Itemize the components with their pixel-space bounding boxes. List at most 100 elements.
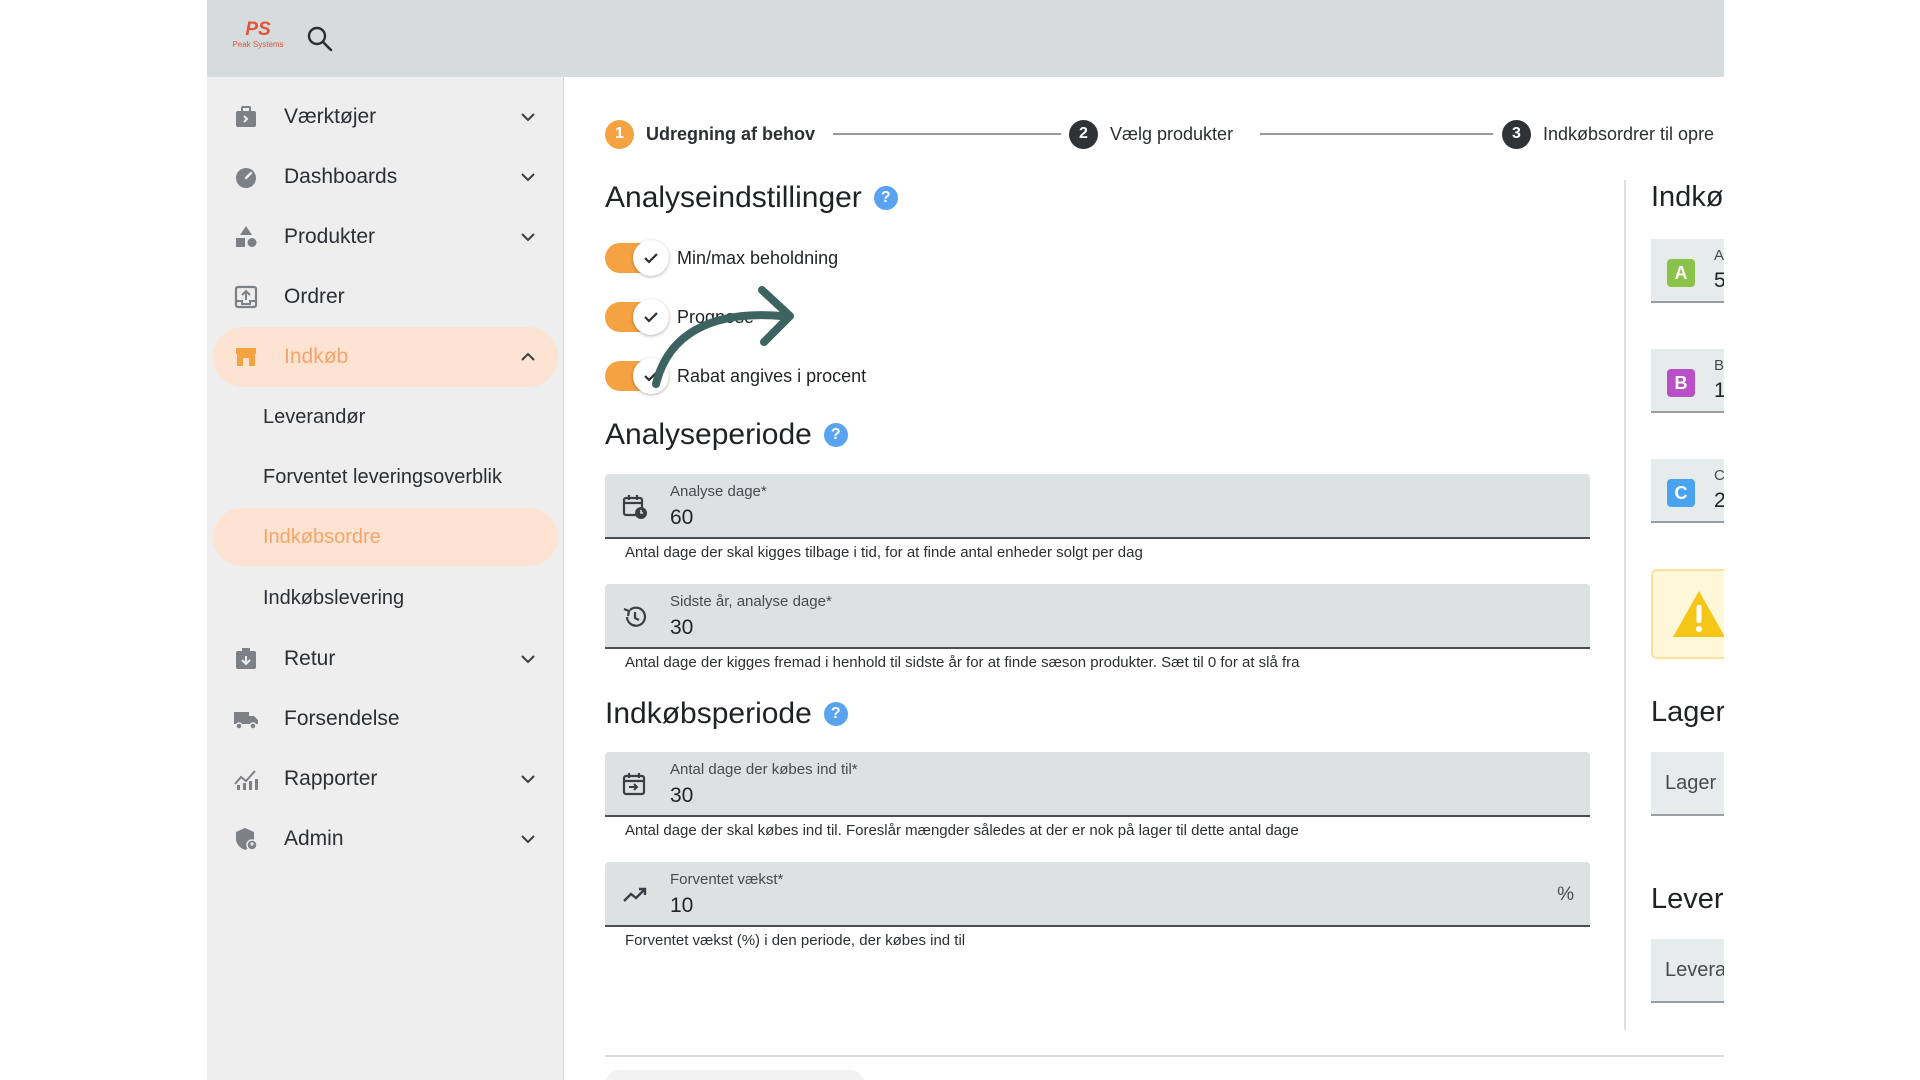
help-icon[interactable]: ? xyxy=(823,423,848,447)
bottom-button[interactable] xyxy=(605,1070,865,1080)
sidebar-item-label: Værktøjer xyxy=(284,105,377,128)
sidste-aar-field[interactable]: Sidste år, analyse dage* xyxy=(605,584,1590,649)
forventet-vaekst-input[interactable] xyxy=(670,894,1470,918)
check-icon xyxy=(644,371,658,382)
truck-icon xyxy=(234,712,258,730)
analyse-dage-field[interactable]: Analyse dage* xyxy=(605,474,1590,539)
sidebar-item-label: Indkøb xyxy=(284,345,349,368)
sidebar-item-produkter[interactable]: Produkter xyxy=(213,207,558,267)
history-icon xyxy=(623,606,647,627)
inbox-upload-icon xyxy=(234,285,258,309)
antal-dage-field[interactable]: Antal dage der købes ind til* xyxy=(605,752,1590,817)
sidebar-item-ordrer[interactable]: Ordrer xyxy=(213,267,558,327)
kpi-value: 10 xyxy=(1714,379,1724,403)
kpi-b: B B 10 xyxy=(1651,349,1724,413)
toggle-rabat-procent[interactable]: Rabat angives i procent xyxy=(605,355,866,397)
calendar-arrow-icon xyxy=(622,773,646,796)
warning-box xyxy=(1651,569,1724,659)
sidebar-subitem-leverandoer[interactable]: Leverandør xyxy=(213,388,558,446)
sidebar-item-label: Admin xyxy=(284,827,344,850)
shield-icon xyxy=(236,828,258,851)
forventet-vaekst-field[interactable]: Forventet vækst* % xyxy=(605,862,1590,927)
sidebar-item-label: Ordrer xyxy=(284,285,345,308)
search-button[interactable] xyxy=(305,24,335,54)
step-connector xyxy=(833,133,1061,135)
toolbox-icon xyxy=(236,106,256,127)
main-content: 1 Udregning af behov 2 Vælg produkter 3 … xyxy=(565,77,1724,1080)
bottom-divider xyxy=(605,1055,1724,1057)
chart-icon xyxy=(234,770,258,790)
step-3[interactable]: 3 Indkøbsordrer til opre xyxy=(1502,118,1714,150)
badge-b: B xyxy=(1667,369,1695,397)
toggle-switch[interactable] xyxy=(605,297,669,337)
toggle-label: Rabat angives i procent xyxy=(677,365,867,386)
stepper: 1 Udregning af behov 2 Vælg produkter 3 … xyxy=(605,118,1724,150)
chevron-down-icon xyxy=(521,173,535,182)
toggle-label: Prognose xyxy=(677,306,755,327)
field-label: Sidste år, analyse dage* xyxy=(670,593,832,610)
step-label: Vælg produkter xyxy=(1110,123,1234,144)
sidebar-item-indkoeb[interactable]: Indkøb xyxy=(213,327,558,387)
analyse-dage-input[interactable] xyxy=(670,506,1470,530)
help-icon[interactable]: ? xyxy=(823,702,848,726)
toggle-label: Min/max beholdning xyxy=(677,247,839,268)
logo-mark: PS xyxy=(245,19,271,40)
sidebar-item-forsendelse[interactable]: Forsendelse xyxy=(213,689,558,749)
sidste-aar-input[interactable] xyxy=(670,616,1470,640)
toggle-min-max[interactable]: Min/max beholdning xyxy=(605,237,838,279)
sidebar-subitem-indkoebslevering[interactable]: Indkøbslevering xyxy=(213,569,558,627)
step-2[interactable]: 2 Vælg produkter xyxy=(1069,118,1233,150)
kpi-label: B xyxy=(1714,357,1724,374)
gauge-icon xyxy=(236,168,256,188)
sidebar-subitem-indkoebsordre[interactable]: Indkøbsordre xyxy=(213,508,558,566)
step-number: 3 xyxy=(1502,119,1531,149)
kpi-value: 5 xyxy=(1714,269,1724,293)
logo[interactable]: PS Peak Systems xyxy=(225,20,291,56)
chevron-down-icon xyxy=(521,655,535,664)
top-bar: PS Peak Systems xyxy=(207,0,1724,77)
field-label: Antal dage der købes ind til* xyxy=(670,761,858,778)
sidebar-item-label: Forsendelse xyxy=(284,707,400,730)
help-icon[interactable]: ? xyxy=(873,186,898,210)
section-title-purchase-period: Indkøbsperiode ? xyxy=(605,697,848,731)
store-icon xyxy=(236,348,256,366)
toggle-prognose[interactable]: Prognose xyxy=(605,296,754,338)
step-1[interactable]: 1 Udregning af behov xyxy=(605,118,815,150)
kpi-a: A A 5 xyxy=(1651,239,1724,303)
sidebar-subitem-forventet-leveringsoverblik[interactable]: Forventet leveringsoverblik xyxy=(213,448,558,506)
sidebar-item-dashboards[interactable]: Dashboards xyxy=(213,147,558,207)
antal-dage-input[interactable] xyxy=(670,784,1470,808)
right-panel-title-lager: Lager xyxy=(1651,696,1724,728)
sidebar-item-vaerktoejer[interactable]: Værktøjer xyxy=(213,87,558,147)
toggle-switch[interactable] xyxy=(605,356,669,396)
badge-c: C xyxy=(1667,479,1695,507)
sidebar-item-retur[interactable]: Retur xyxy=(213,629,558,689)
chevron-up-icon xyxy=(521,352,535,361)
lager-select[interactable]: Lager xyxy=(1651,752,1724,816)
leverandoer-select[interactable]: Levera xyxy=(1651,939,1724,1003)
return-box-icon xyxy=(236,648,256,669)
calendar-clock-icon xyxy=(622,495,647,519)
sidebar-item-label: Rapporter xyxy=(284,767,378,790)
chevron-down-icon xyxy=(521,113,535,122)
step-connector xyxy=(1260,133,1493,135)
sidebar-item-label: Retur xyxy=(284,647,336,670)
section-title-analysis-settings: Analyseindstillinger ? xyxy=(605,181,898,215)
chevron-down-icon xyxy=(521,835,535,844)
percent-suffix: % xyxy=(1557,884,1574,905)
sidebar-item-admin[interactable]: Admin xyxy=(213,809,558,869)
app-window: PS Peak Systems Værktøjer Dashboards Pro… xyxy=(207,0,1724,1080)
kpi-value: 2 xyxy=(1714,489,1724,513)
field-hint: Antal dage der skal købes ind til. Fores… xyxy=(625,822,1299,839)
sidebar-item-rapporter[interactable]: Rapporter xyxy=(213,749,558,809)
vertical-divider xyxy=(1624,180,1626,1030)
search-icon xyxy=(307,26,333,52)
field-label: Analyse dage* xyxy=(670,483,767,500)
field-hint: Antal dage der kigges fremad i henhold t… xyxy=(625,654,1300,671)
warning-icon xyxy=(1673,591,1724,637)
right-panel-title-leverandoer: Lever xyxy=(1651,883,1724,915)
check-icon xyxy=(644,312,658,323)
badge-a: A xyxy=(1667,259,1695,287)
toggle-switch[interactable] xyxy=(605,238,669,278)
toggle-thumb xyxy=(633,358,669,394)
